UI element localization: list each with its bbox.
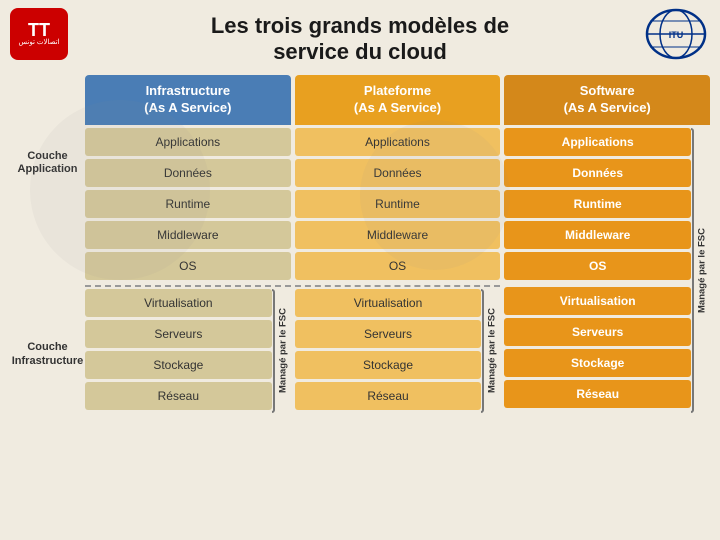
paas-applications: Applications: [295, 128, 501, 156]
iaas-reseau: Réseau: [85, 382, 272, 410]
iaas-managed-brace: Managé par le FSC: [272, 289, 291, 413]
iaas-runtime: Runtime: [85, 190, 291, 218]
saas-runtime: Runtime: [504, 190, 691, 218]
paas-divider: [295, 285, 501, 287]
saas-os: OS: [504, 252, 691, 280]
iaas-applications: Applications: [85, 128, 291, 156]
page: TT اتصالات تونس Les trois grands modèles…: [0, 0, 720, 540]
header: TT اتصالات تونس Les trois grands modèles…: [0, 0, 720, 75]
paas-managed-label: Managé par le FSC: [484, 289, 500, 413]
itu-logo: ITU: [645, 8, 710, 63]
paas-serveurs: Serveurs: [295, 320, 482, 348]
title-line2: service du cloud: [211, 39, 509, 65]
iaas-column-wrap: Infrastructure(As A Service) Application…: [85, 75, 291, 413]
saas-serveurs: Serveurs: [504, 318, 691, 346]
iaas-divider: [85, 285, 291, 287]
saas-column: Software(As A Service) Applications Donn…: [504, 75, 710, 413]
side-labels: Couche Application Couche Infrastructure: [10, 75, 85, 413]
paas-runtime: Runtime: [295, 190, 501, 218]
iaas-stockage: Stockage: [85, 351, 272, 379]
saas-reseau: Réseau: [504, 380, 691, 408]
couche-application-label: Couche Application: [10, 150, 85, 176]
iaas-donnees: Données: [85, 159, 291, 187]
page-title: Les trois grands modèles de service du c…: [211, 13, 509, 66]
iaas-virtualisation: Virtualisation: [85, 289, 272, 317]
iaas-middleware: Middleware: [85, 221, 291, 249]
iaas-os: OS: [85, 252, 291, 280]
paas-infra-managed: Virtualisation Serveurs Stockage Réseau …: [295, 289, 501, 413]
saas-cells: Applications Données Runtime Middleware …: [504, 128, 691, 413]
paas-infra-cells: Virtualisation Serveurs Stockage Réseau: [295, 289, 482, 413]
tt-logo-inner: TT اتصالات تونس: [10, 8, 68, 60]
paas-column-wrap: Plateforme(As A Service) Applications Do…: [295, 75, 501, 413]
saas-stockage: Stockage: [504, 349, 691, 377]
paas-virtualisation: Virtualisation: [295, 289, 482, 317]
tt-logo-text: TT: [28, 21, 50, 39]
iaas-infra-cells: Virtualisation Serveurs Stockage Réseau: [85, 289, 272, 413]
saas-column-wrap: Software(As A Service) Applications Donn…: [504, 75, 710, 413]
saas-donnees: Données: [504, 159, 691, 187]
iaas-serveurs: Serveurs: [85, 320, 272, 348]
main-content: Couche Application Couche Infrastructure…: [0, 75, 720, 418]
saas-middleware: Middleware: [504, 221, 691, 249]
paas-middleware: Middleware: [295, 221, 501, 249]
svg-text:ITU: ITU: [669, 30, 684, 40]
iaas-infra-managed: Virtualisation Serveurs Stockage Réseau …: [85, 289, 291, 413]
saas-managed-label: Managé par le FSC: [694, 128, 710, 413]
paas-managed-brace: Managé par le FSC: [481, 289, 500, 413]
saas-virtualisation: Virtualisation: [504, 287, 691, 315]
saas-applications: Applications: [504, 128, 691, 156]
tt-logo-arabic: اتصالات تونس: [18, 39, 59, 47]
paas-column: Plateforme(As A Service) Applications Do…: [295, 75, 501, 413]
paas-donnees: Données: [295, 159, 501, 187]
saas-managed-brace: Managé par le FSC: [691, 128, 710, 413]
iaas-managed-label: Managé par le FSC: [275, 289, 291, 413]
saas-header: Software(As A Service): [504, 75, 710, 125]
columns-container: Infrastructure(As A Service) Application…: [85, 75, 710, 413]
saas-all-managed: Applications Données Runtime Middleware …: [504, 128, 710, 413]
iaas-column: Infrastructure(As A Service) Application…: [85, 75, 291, 413]
couche-infrastructure-label: Couche Infrastructure: [10, 341, 85, 367]
paas-header: Plateforme(As A Service): [295, 75, 501, 125]
paas-os: OS: [295, 252, 501, 280]
iaas-header: Infrastructure(As A Service): [85, 75, 291, 125]
tt-logo: TT اتصالات تونس: [10, 8, 70, 63]
itu-logo-svg: ITU: [645, 8, 707, 60]
paas-stockage: Stockage: [295, 351, 482, 379]
paas-reseau: Réseau: [295, 382, 482, 410]
title-line1: Les trois grands modèles de: [211, 13, 509, 39]
